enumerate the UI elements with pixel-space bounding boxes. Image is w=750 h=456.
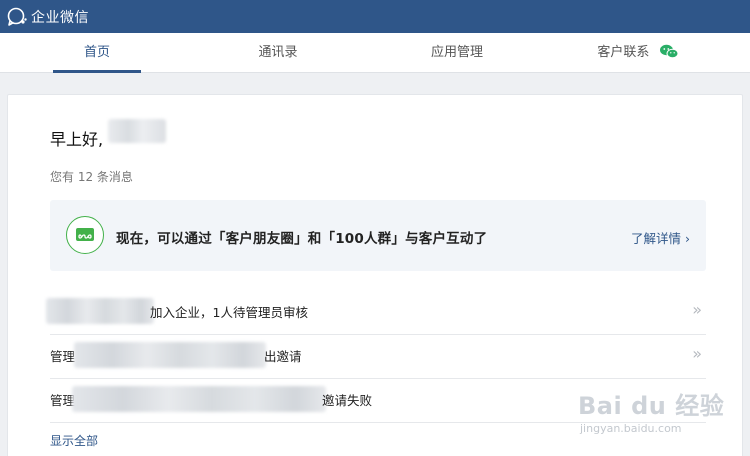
brand[interactable]: 企业微信 bbox=[6, 6, 89, 28]
show-all-link[interactable]: 显示全部 bbox=[50, 432, 98, 449]
tab-home-label: 首页 bbox=[83, 45, 110, 60]
notification-row[interactable]: 加入企业，1人待管理员审核 » bbox=[46, 291, 706, 335]
banner-text: 现在，可以通过「客户朋友圈」和「100人群」与客户互动了 bbox=[116, 231, 488, 247]
main-nav-tabs: 首页 通讯录 应用管理 客户联系 bbox=[0, 33, 750, 73]
redacted-text bbox=[46, 298, 154, 324]
wecom-logo-icon bbox=[7, 7, 27, 26]
redacted-text bbox=[74, 342, 266, 368]
notification-text-suffix: 出邀请 bbox=[264, 349, 302, 364]
feature-banner[interactable]: 现在，可以通过「客户朋友圈」和「100人群」与客户互动了 了解详情 › bbox=[50, 200, 706, 271]
tab-home[interactable]: 首页 bbox=[53, 33, 141, 73]
tab-contacts-label: 通讯录 bbox=[258, 45, 298, 60]
double-chevron-right-icon[interactable]: » bbox=[692, 344, 702, 363]
message-count: 您有 12 条消息 bbox=[50, 170, 133, 184]
notification-row[interactable]: 管理 出邀请 » bbox=[50, 335, 706, 379]
customer-moments-icon bbox=[66, 216, 104, 254]
banner-icon-glyph bbox=[76, 228, 94, 241]
home-card: 早上好, 您有 12 条消息 现在，可以通过「客户朋友圈」和「100人群」与客户… bbox=[7, 94, 743, 456]
redacted-text bbox=[72, 386, 326, 412]
active-tab-underline bbox=[53, 70, 141, 73]
notification-text: 加入企业，1人待管理员审核 bbox=[150, 305, 308, 320]
tab-app-management[interactable]: 应用管理 bbox=[412, 33, 502, 73]
tab-customer-contact[interactable]: 客户联系 bbox=[588, 33, 688, 73]
tab-contacts[interactable]: 通讯录 bbox=[234, 33, 322, 73]
greeting-text: 早上好, bbox=[50, 130, 104, 149]
tab-customer-contact-label: 客户联系 bbox=[597, 45, 650, 60]
wechat-icon bbox=[659, 44, 679, 59]
redacted-username bbox=[108, 119, 166, 143]
top-bar: 企业微信 bbox=[0, 0, 750, 33]
notification-row[interactable]: 管理 邀请失败 bbox=[50, 379, 706, 423]
double-chevron-right-icon[interactable]: » bbox=[692, 300, 702, 319]
app-title: 企业微信 bbox=[31, 10, 89, 26]
tab-app-management-label: 应用管理 bbox=[430, 45, 483, 60]
notification-text-prefix: 管理 bbox=[50, 349, 76, 364]
notification-text-suffix: 邀请失败 bbox=[322, 393, 373, 408]
infinity-icon bbox=[78, 234, 92, 239]
learn-more-link[interactable]: 了解详情 › bbox=[631, 228, 690, 247]
